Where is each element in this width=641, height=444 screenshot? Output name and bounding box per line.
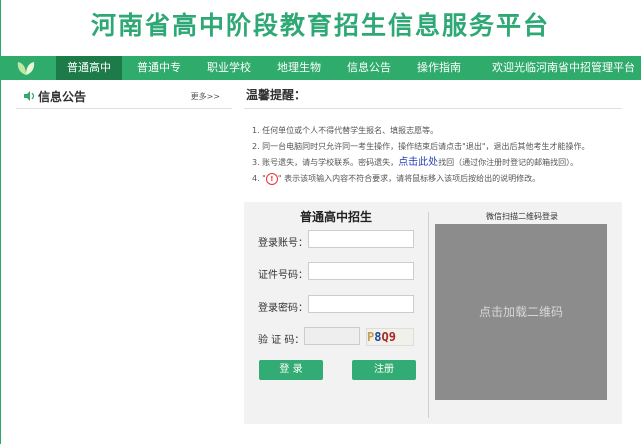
recover-password-link[interactable]: 点击此处 (398, 157, 438, 168)
site-banner: 河南省高中阶段教育招生信息服务平台 (0, 0, 641, 56)
nav-item-vocational-school[interactable]: 职业学校 (196, 56, 262, 80)
qr-code-placeholder[interactable]: 点击加载二维码 (435, 224, 607, 400)
captcha-input[interactable] (304, 327, 360, 345)
captcha-char: Q9 (381, 330, 396, 344)
password-input[interactable] (308, 295, 414, 313)
leaf-logo-icon (17, 62, 35, 75)
reminder-item-suffix: " 表示该项输入内容不符合要求，请将鼠标移入该项后按给出的说明修改。 (277, 174, 541, 183)
captcha-label: 验 证 码： (258, 335, 305, 346)
reminder-section: 温馨提醒： 1. 任何单位或个人不得代替学生报名、填报志愿等。 2. 同一台电脑… (244, 86, 622, 187)
id-number-label: 证件号码： (258, 270, 308, 281)
reminder-item-text: 3. 账号遗失，请与学校联系。密码遗失， (252, 158, 399, 167)
account-input[interactable] (308, 230, 414, 248)
reminder-item-text: 4. " (252, 174, 266, 183)
account-label: 登录账号： (258, 238, 308, 249)
reminder-item: 1. 任何单位或个人不得代替学生报名、填报志愿等。 (252, 126, 439, 135)
more-link[interactable]: 更多>> (191, 91, 220, 102)
id-number-input[interactable] (308, 262, 414, 280)
warning-icon: ! (265, 172, 278, 185)
announcement-panel: 信息公告 更多>> (16, 86, 232, 109)
speaker-icon (24, 91, 35, 101)
panel-divider (428, 212, 429, 418)
reminder-item-suffix: 找回（通过你注册时登记的邮箱找回）。 (438, 158, 579, 167)
reminder-list: 1. 任何单位或个人不得代替学生报名、填报志愿等。 2. 同一台电脑同时只允许同… (244, 123, 622, 187)
reminder-title: 温馨提醒： (244, 86, 622, 109)
nav-item-regular-high-school[interactable]: 普通高中 (56, 56, 122, 80)
login-panel: 普通高中招生 登录账号： 证件号码： 登录密码： 验 证 码： P8Q9 登 录… (244, 202, 622, 424)
site-title: 河南省高中阶段教育招生信息服务平台 (90, 11, 550, 40)
register-button[interactable]: 注册 (352, 360, 416, 380)
qr-title: 微信扫描二维码登录 (486, 212, 558, 221)
nav-item-geography-biology[interactable]: 地理生物 (266, 56, 332, 80)
login-title: 普通高中招生 (299, 210, 372, 224)
main-navbar: 普通高中 普通中专 职业学校 地理生物 信息公告 操作指南 欢迎光临河南省中招管… (0, 56, 641, 80)
reminder-item: 4. "! " 表示该项输入内容不符合要求，请将鼠标移入该项后按给出的说明修改。 (252, 171, 622, 187)
reminder-item: 2. 同一台电脑同时只允许同一考生操作，操作结束后请点击"退出"，退出后其他考生… (252, 142, 590, 151)
reminder-item: 3. 账号遗失，请与学校联系。密码遗失，点击此处找回（通过你注册时登记的邮箱找回… (252, 155, 622, 171)
login-button[interactable]: 登 录 (259, 360, 323, 380)
announcement-header: 信息公告 更多>> (16, 86, 232, 109)
nav-welcome-text: 欢迎光临河南省中招管理平台 (492, 61, 635, 74)
nav-item-secondary-vocational[interactable]: 普通中专 (126, 56, 192, 80)
nav-item-guide[interactable]: 操作指南 (406, 56, 472, 80)
nav-item-announcements[interactable]: 信息公告 (336, 56, 402, 80)
announcement-title: 信息公告 (38, 90, 87, 104)
captcha-image[interactable]: P8Q9 (366, 328, 414, 346)
password-label: 登录密码： (258, 303, 308, 314)
